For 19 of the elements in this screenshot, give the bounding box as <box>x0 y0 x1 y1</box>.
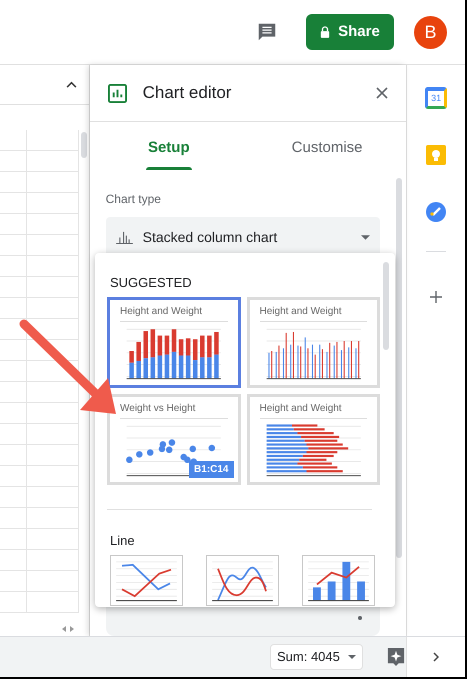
chart-title: Height and Weight <box>260 304 367 322</box>
chart-option[interactable]: Height and Weight <box>107 296 240 388</box>
chart-title: Height and Weight <box>120 304 228 322</box>
sum-dropdown[interactable]: Sum: 4045 <box>270 644 363 670</box>
chart-title: Height and Weight <box>260 400 367 418</box>
section-heading: SUGGESTED <box>109 274 193 292</box>
calendar-icon[interactable]: 31 <box>425 87 448 109</box>
tab[interactable]: Customise <box>248 122 406 170</box>
chart-option[interactable]: Height and Weight <box>246 296 380 388</box>
chart-option[interactable]: Height and Weight <box>246 394 380 484</box>
tab[interactable]: Setup <box>90 122 248 170</box>
share-button[interactable]: Share <box>306 14 394 50</box>
range-label: B1:C14 <box>189 460 234 478</box>
chart-title: Weight vs Height <box>120 400 228 418</box>
panel-title: Chart editor <box>142 82 232 104</box>
chart-option[interactable]: Weight vs Height B1:C14 <box>107 394 240 484</box>
field-label: Chart type <box>106 191 162 208</box>
avatar[interactable]: B <box>414 16 447 48</box>
section-heading: Line <box>109 532 136 550</box>
